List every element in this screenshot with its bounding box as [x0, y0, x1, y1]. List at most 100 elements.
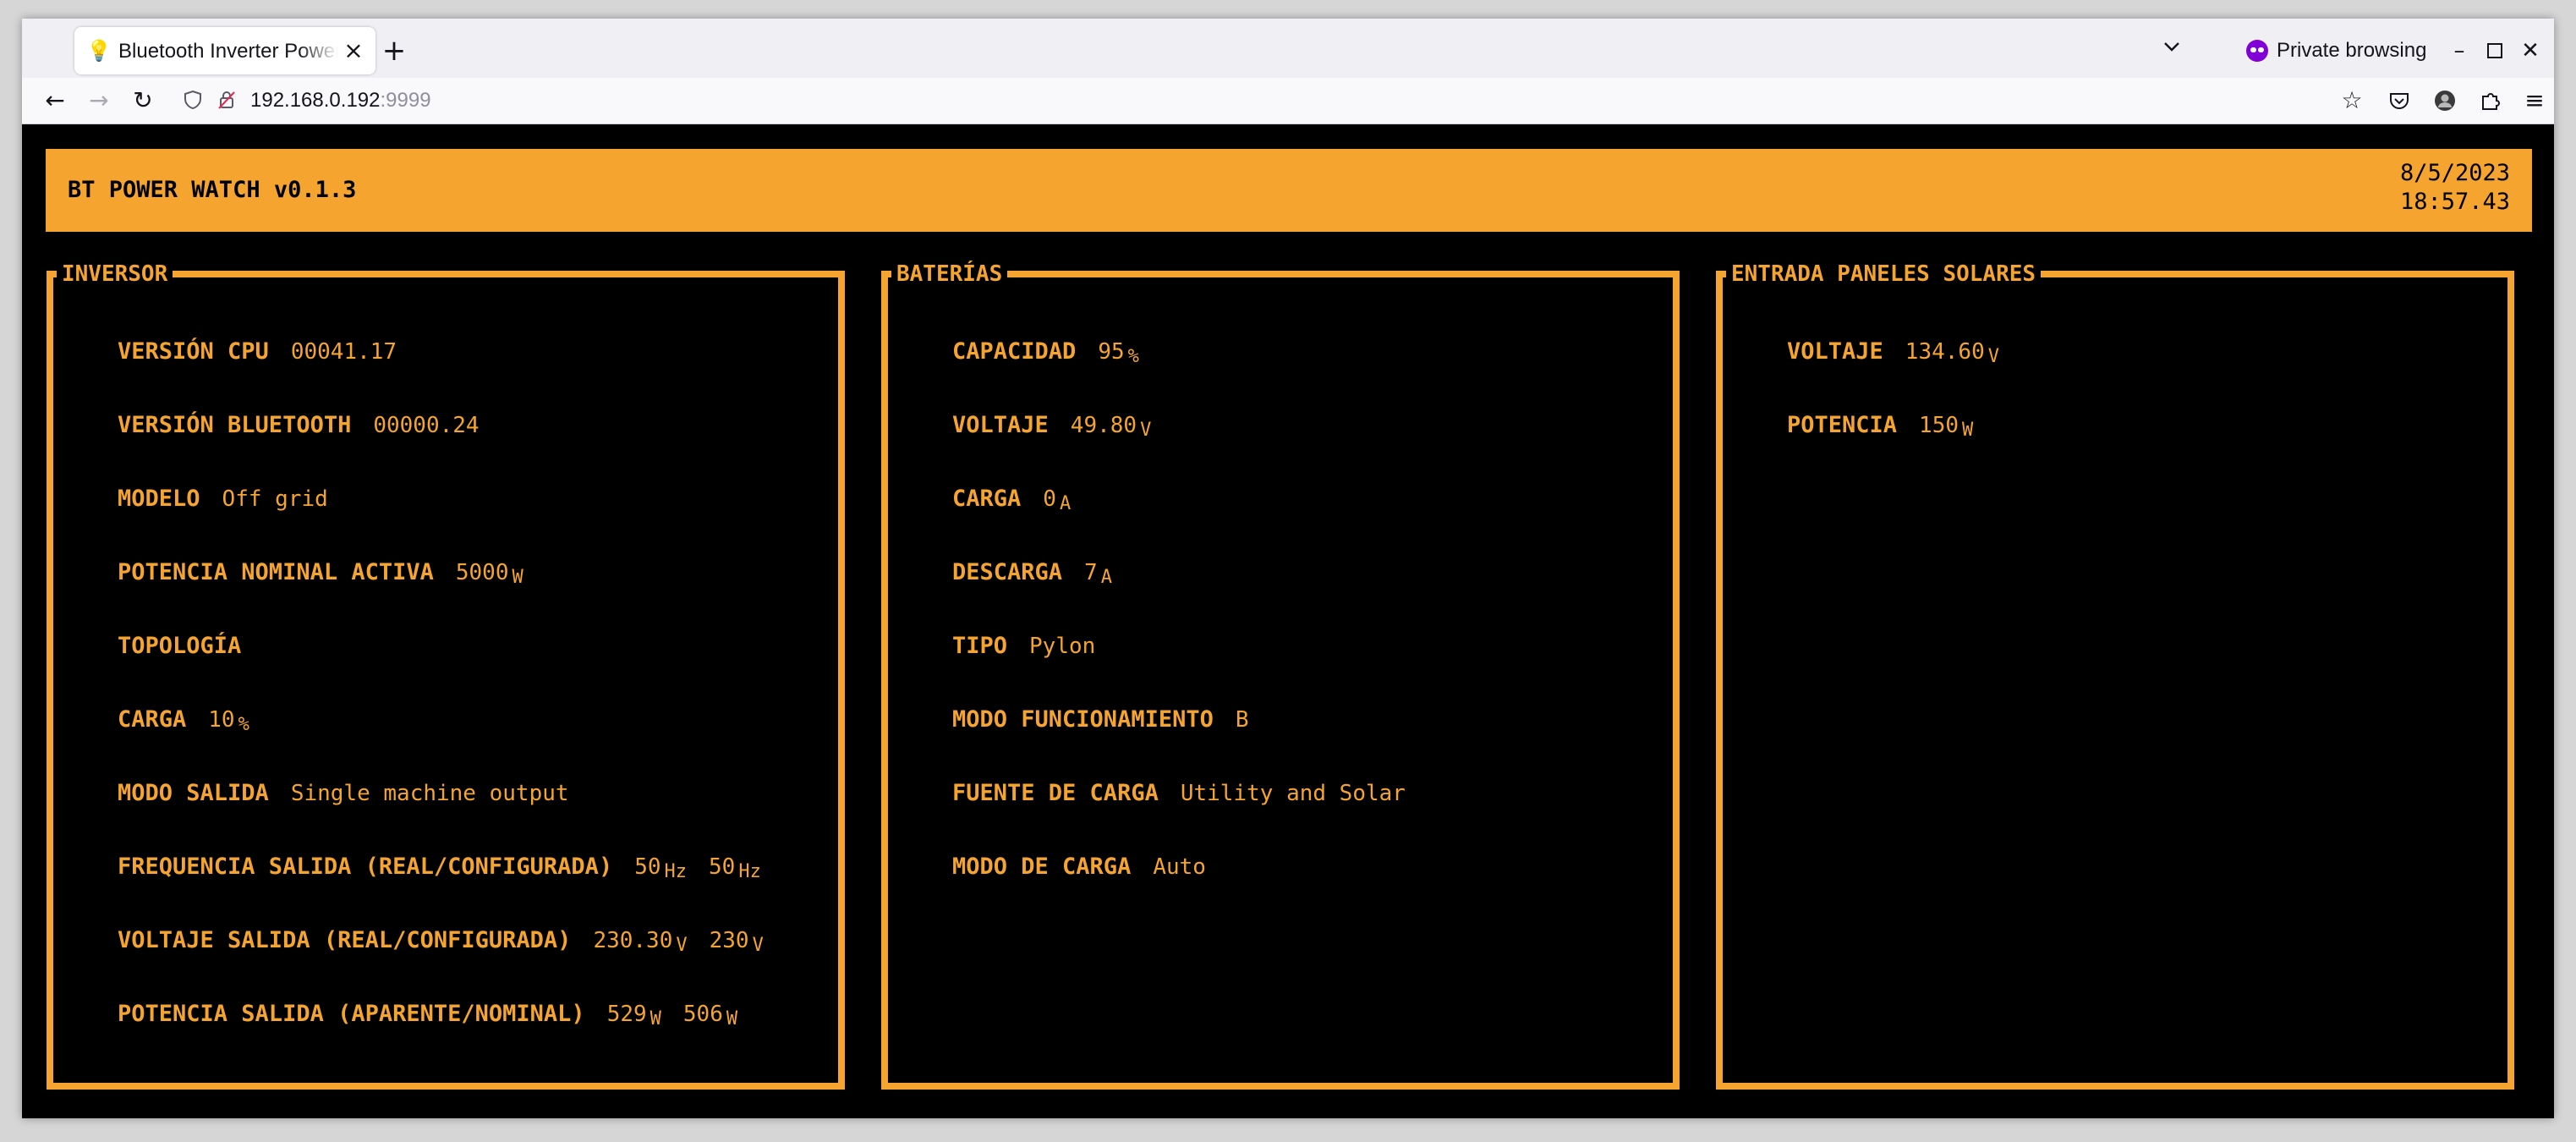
row-label: FREQUENCIA SALIDA (REAL/CONFIGURADA)	[118, 854, 613, 880]
private-browsing-label: Private browsing	[2277, 39, 2427, 62]
extensions-puzzle-icon[interactable]	[2473, 83, 2508, 118]
row-value: 49.80	[1070, 413, 1137, 438]
data-row: POTENCIA 150 W	[1787, 409, 1999, 482]
row-unit: W	[1962, 420, 1974, 441]
navigation-bar: ← → ↻ 192.168.0.192:9999 ☆ ≡	[22, 78, 2554, 124]
row-label: MODELO	[118, 486, 200, 512]
row-value: 230	[709, 928, 749, 953]
row-unit: %	[1127, 346, 1139, 367]
browser-window: 💡 Bluetooth Inverter Power Watch × + Pri…	[22, 19, 2554, 1118]
row-unit: A	[1059, 493, 1072, 514]
insecure-lock-icon[interactable]	[213, 86, 240, 113]
lightbulb-icon: 💡	[86, 39, 112, 63]
browser-tab[interactable]: 💡 Bluetooth Inverter Power Watch ×	[74, 27, 375, 74]
row-unit: Hz	[664, 861, 688, 882]
data-row: VOLTAJE 49.80 V	[952, 409, 1406, 482]
row-label: POTENCIA NOMINAL ACTIVA	[118, 559, 434, 585]
menu-hamburger-icon[interactable]: ≡	[2517, 83, 2552, 118]
data-row: TOPOLOGÍA	[118, 629, 764, 703]
row-label: CARGA	[118, 706, 187, 733]
maximize-button[interactable]	[2476, 32, 2513, 69]
data-row: VOLTAJE SALIDA (REAL/CONFIGURADA) 230.30 V…	[118, 924, 764, 997]
row-value: Single machine output	[290, 781, 569, 806]
data-row: CAPACIDAD 95%	[952, 335, 1406, 409]
panel-title: INVERSOR	[57, 261, 173, 288]
tab-bar: 💡 Bluetooth Inverter Power Watch × + Pri…	[22, 19, 2554, 78]
inversor-rows: VERSIÓN CPU 00041.17 VERSIÓN BLUETOOTH 0000…	[118, 335, 764, 1071]
data-row: CARGA 10%	[118, 703, 764, 777]
row-label: POTENCIA	[1787, 412, 1898, 438]
back-arrow-icon[interactable]: ←	[37, 83, 73, 118]
row-value: 529	[606, 1002, 647, 1027]
row-unit: V	[1987, 346, 1999, 367]
tab-title: Bluetooth Inverter Power Watch	[118, 40, 338, 63]
row-label: DESCARGA	[952, 559, 1063, 585]
row-unit: V	[1140, 420, 1152, 441]
data-row: MODO FUNCIONAMIENTO B	[952, 703, 1406, 777]
row-label: CAPACIDAD	[952, 338, 1077, 365]
row-value: 50	[709, 854, 736, 880]
row-value: 506	[682, 1002, 723, 1027]
panel-title: BATERÍAS	[891, 261, 1008, 288]
row-unit: V	[752, 935, 764, 956]
row-unit: W	[726, 1008, 738, 1029]
bookmark-star-icon[interactable]: ☆	[2334, 83, 2370, 118]
shield-icon[interactable]	[179, 86, 206, 113]
row-label: FUENTE DE CARGA	[952, 780, 1159, 806]
baterias-rows: CAPACIDAD 95% VOLTAJE 49.80 V CARGA 0 A DESCARGA…	[952, 335, 1406, 924]
reload-icon[interactable]: ↻	[125, 83, 161, 118]
row-value: 00000.24	[373, 413, 480, 438]
row-unit: V	[676, 935, 688, 956]
baterias-panel: BATERÍAS CAPACIDAD 95% VOLTAJE 49.80 V CARGA 0…	[881, 261, 1680, 1090]
row-unit: Hz	[738, 861, 761, 882]
tab-list-chevron-icon[interactable]	[2155, 34, 2189, 68]
row-value: Off grid	[222, 486, 328, 512]
row-label: VOLTAJE SALIDA (REAL/CONFIGURADA)	[118, 927, 572, 953]
save-to-pocket-icon[interactable]	[2381, 83, 2417, 118]
row-label: VOLTAJE	[952, 412, 1049, 438]
row-value: 134.60	[1905, 339, 1985, 365]
row-label: TOPOLOGÍA	[118, 633, 242, 659]
data-row: TIPO Pylon	[952, 629, 1406, 703]
data-row: CARGA 0 A	[952, 482, 1406, 556]
row-label: VERSIÓN BLUETOOTH	[118, 412, 352, 438]
row-label: CARGA	[952, 486, 1022, 512]
private-mask-icon	[2246, 40, 2268, 62]
row-value: 150	[1919, 413, 1959, 438]
row-value: B	[1235, 707, 1249, 733]
data-row: MODO SALIDA Single machine output	[118, 777, 764, 850]
row-value: 5000	[455, 560, 509, 585]
close-window-button[interactable]: ✕	[2512, 32, 2549, 69]
minimize-button[interactable]: –	[2441, 32, 2478, 69]
row-unit: %	[238, 714, 249, 735]
close-tab-icon[interactable]: ×	[340, 37, 367, 64]
row-label: VERSIÓN CPU	[118, 338, 269, 365]
row-label: POTENCIA SALIDA (APARENTE/NOMINAL)	[118, 1001, 585, 1027]
row-value: Pylon	[1029, 634, 1096, 659]
account-avatar-icon[interactable]	[2427, 83, 2463, 118]
row-value: 50	[634, 854, 661, 880]
forward-arrow-icon[interactable]: →	[81, 83, 117, 118]
data-row: MODO DE CARGA Auto	[952, 850, 1406, 924]
data-row: POTENCIA SALIDA (APARENTE/NOMINAL) 529 W 50…	[118, 997, 764, 1071]
data-row: MODELO Off grid	[118, 482, 764, 556]
row-unit: W	[649, 1008, 661, 1029]
url-port: :9999	[380, 89, 431, 112]
row-label: MODO SALIDA	[118, 780, 269, 806]
row-unit: A	[1100, 567, 1112, 588]
new-tab-button[interactable]: +	[375, 32, 413, 69]
app-header: BT POWER WATCH v0.1.3 8/5/2023 18:57.43	[46, 149, 2532, 232]
row-unit: W	[512, 567, 523, 588]
row-value: 7	[1084, 560, 1098, 585]
row-label: TIPO	[952, 633, 1008, 659]
data-row: FUENTE DE CARGA Utility and Solar	[952, 777, 1406, 850]
time-text: 18:57.43	[2399, 189, 2510, 215]
data-row: FREQUENCIA SALIDA (REAL/CONFIGURADA) 50 Hz…	[118, 850, 764, 924]
row-value: 0	[1043, 486, 1056, 512]
panel-title: ENTRADA PANELES SOLARES	[1726, 261, 2042, 288]
row-value: Utility and Solar	[1180, 781, 1406, 806]
data-row: DESCARGA 7 A	[952, 556, 1406, 629]
address-bar[interactable]: 192.168.0.192:9999	[250, 86, 431, 115]
solar-rows: VOLTAJE 134.60 V POTENCIA 150 W	[1787, 335, 1999, 482]
app-title: BT POWER WATCH v0.1.3	[68, 177, 357, 203]
